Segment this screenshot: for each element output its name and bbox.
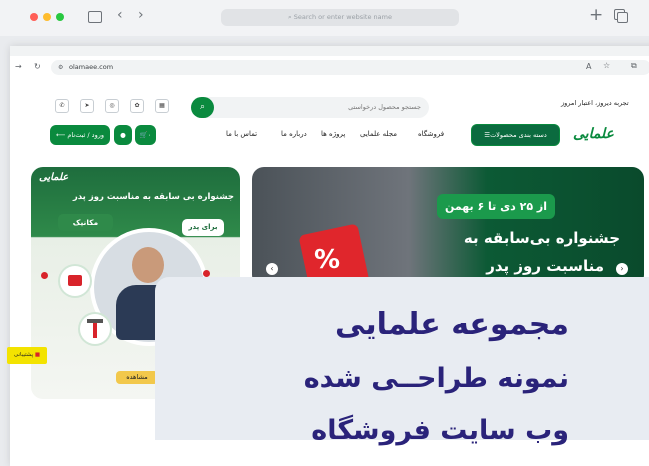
forward-arrow-icon[interactable]: › (138, 7, 144, 23)
tag-for-father: برای پدر (182, 219, 224, 236)
cart-icon: 🛒 (139, 131, 148, 139)
nav-contact[interactable]: تماس با ما (226, 130, 257, 138)
forward-arrow-icon[interactable]: → (15, 62, 22, 71)
search-input[interactable]: جستجو محصول درخواستی (348, 97, 421, 118)
login-arrow-icon: ⟵ (56, 131, 68, 139)
close-window-button[interactable] (30, 13, 38, 21)
search-box[interactable]: جستجو محصول درخواستی (191, 97, 429, 118)
categories-label: دسته بندی محصولات (490, 131, 547, 139)
nav-projects[interactable]: پروژه ها (321, 130, 345, 138)
instagram-icon[interactable]: ◎ (105, 99, 119, 113)
promo-title: جشنواره بی سابقه به مناسبت روز پدر (72, 192, 234, 202)
date-badge: از ۲۵ دی تا ۶ بهمن (437, 194, 555, 219)
search-button[interactable]: ⌕ (191, 97, 214, 118)
decor-dot (41, 272, 48, 279)
outer-address-bar[interactable]: ⌕ Search or enter website name (221, 9, 459, 26)
browser-tab-strip (10, 46, 649, 56)
extensions-icon[interactable]: ⧉ (631, 61, 637, 71)
login-register-button[interactable]: ⟵ ورود / ثبت‌نام (50, 125, 110, 145)
slider-next-icon[interactable]: › (616, 263, 628, 275)
enamad-icon[interactable]: ▦ (155, 99, 169, 113)
chat-icon: ● (120, 131, 126, 139)
site-logo[interactable]: علمایی (573, 126, 614, 142)
banner-title-line1: جشنواره بی‌سابقه به (463, 229, 620, 247)
support-button[interactable]: پشتیبانی ■ (7, 347, 47, 364)
compare-button[interactable]: ● (114, 125, 132, 145)
tag-mechanic: مکانیک (58, 214, 113, 231)
site-tagline: تجربه دیروز، اعتبار امروز (561, 99, 629, 107)
product-icon-toolbox (60, 266, 90, 296)
reload-icon[interactable]: ↻ (34, 62, 41, 71)
caption-panel: مجموعه علمایی نمونه طراحــی شده وب سایت … (155, 277, 649, 446)
decor-dot (203, 270, 210, 277)
nav-about[interactable]: درباره ما (281, 130, 307, 138)
bookmark-star-icon[interactable]: ☆ (603, 61, 610, 70)
address-placeholder: Search or enter website name (293, 13, 392, 21)
support-label: پشتیبانی (13, 352, 34, 358)
view-button[interactable]: مشاهده (116, 371, 158, 384)
search-icon: ⌕ (199, 102, 206, 112)
site-info-icon[interactable]: ⚙ (58, 60, 63, 75)
cart-button[interactable]: 🛒۰ (135, 125, 156, 145)
telegram-icon[interactable]: ➤ (80, 99, 94, 113)
person-face (132, 247, 164, 283)
cart-count: ۰ (147, 131, 152, 139)
product-icon-hammer (80, 314, 110, 344)
whatsapp-icon[interactable]: ✆ (55, 99, 69, 113)
url-bar[interactable]: ⚙ olamaee.com (51, 60, 649, 75)
categories-button[interactable]: ☰دسته بندی محصولات (472, 125, 559, 145)
caption-line3: وب سایت فروشگاه (311, 415, 569, 446)
support-icon: ■ (33, 352, 41, 358)
zoom-window-button[interactable] (56, 13, 64, 21)
percent-icon: % (314, 245, 341, 275)
tabs-overview-icon[interactable] (617, 12, 628, 23)
caption-line1: مجموعه علمایی (335, 307, 569, 342)
nav-magazine[interactable]: مجله علمایی (360, 130, 397, 138)
back-arrow-icon[interactable]: ‹ (117, 7, 123, 23)
caption-line2: نمونه طراحــی شده (303, 363, 569, 394)
aparat-icon[interactable]: ✿ (130, 99, 144, 113)
slider-prev-icon[interactable]: ‹ (266, 263, 278, 275)
minimize-window-button[interactable] (43, 13, 51, 21)
url-text: olamaee.com (69, 63, 114, 71)
promo-logo: علمایی (39, 172, 69, 183)
hero-banner[interactable]: % از ۲۵ دی تا ۶ بهمن جشنواره بی‌سابقه به… (252, 167, 644, 287)
translate-icon[interactable]: A (586, 62, 591, 71)
nav-shop[interactable]: فروشگاه (418, 130, 444, 138)
banner-title-line2: مناسبت روز پدر (486, 257, 604, 275)
login-label: ورود / ثبت‌نام (67, 131, 104, 139)
new-tab-icon[interactable]: + (589, 5, 603, 25)
sidebar-toggle-icon[interactable] (88, 11, 102, 23)
